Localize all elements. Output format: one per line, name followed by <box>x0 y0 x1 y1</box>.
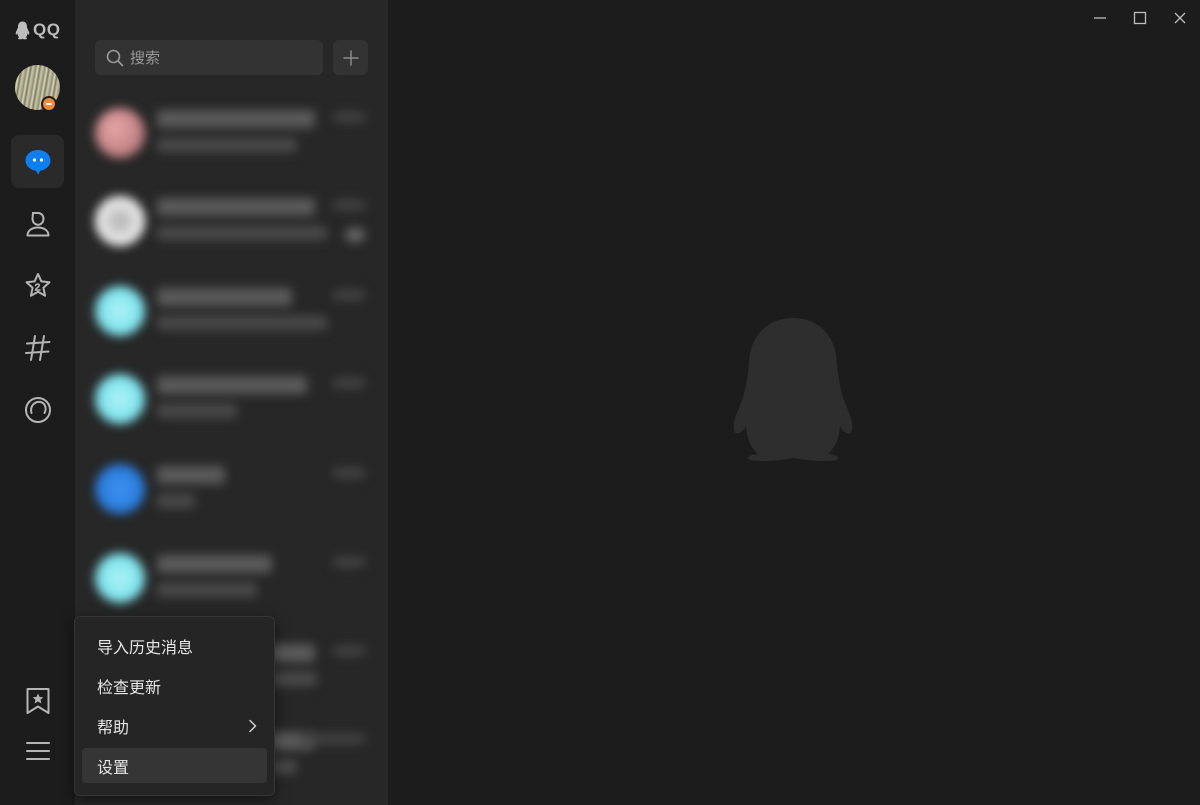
maximize-button[interactable] <box>1129 7 1151 29</box>
search-icon <box>106 49 124 66</box>
bookmark-star-icon <box>26 687 49 714</box>
search-input[interactable]: 搜索 <box>130 47 160 68</box>
circle-icon <box>24 396 51 423</box>
menu-item-settings[interactable]: 设置 <box>82 748 267 783</box>
conversation-item[interactable] <box>75 448 388 536</box>
nav-channels[interactable] <box>11 321 64 374</box>
menu-item-import-history[interactable]: 导入历史消息 <box>82 628 267 663</box>
star-icon <box>25 272 50 297</box>
main-menu-popup: 导入历史消息 检查更新 帮助 设置 <box>74 616 275 796</box>
search-box[interactable]: 搜索 <box>95 40 323 75</box>
minimize-button[interactable] <box>1089 7 1111 29</box>
app-logo-text: QQ <box>33 20 61 39</box>
conversation-time <box>333 290 365 300</box>
conversation-time <box>333 557 365 567</box>
menu-item-help[interactable]: 帮助 <box>82 708 267 743</box>
conversation-title <box>157 198 315 216</box>
conversation-time <box>333 646 365 656</box>
conversation-avatar <box>95 553 145 603</box>
qq-penguin-logo-icon <box>15 21 30 39</box>
conversation-preview <box>157 494 195 508</box>
menu-item-label: 设置 <box>97 757 130 777</box>
conversation-avatar <box>95 286 145 336</box>
close-button[interactable] <box>1169 7 1191 29</box>
minimize-icon <box>1094 17 1106 19</box>
conversation-preview <box>157 226 327 240</box>
close-icon <box>1174 12 1186 24</box>
nav-bookmarks[interactable] <box>11 674 64 727</box>
menu-item-label: 导入历史消息 <box>97 637 194 657</box>
conversation-preview <box>157 138 297 152</box>
conversation-avatar <box>95 196 145 246</box>
chat-bubble-icon <box>25 149 50 174</box>
conversation-item[interactable] <box>75 358 388 446</box>
conversation-item[interactable] <box>75 270 388 358</box>
conversation-title <box>157 555 272 573</box>
menu-item-check-update[interactable]: 检查更新 <box>82 668 267 703</box>
conversation-item[interactable] <box>75 92 388 180</box>
conversation-title <box>157 466 225 484</box>
conversation-time <box>333 468 365 478</box>
unread-badge <box>345 228 365 242</box>
maximize-icon <box>1133 11 1147 25</box>
menu-item-label: 检查更新 <box>97 677 162 697</box>
conversation-time <box>300 734 365 744</box>
nav-main-menu[interactable] <box>11 724 64 777</box>
conversation-time <box>333 378 365 388</box>
conversation-avatar <box>95 374 145 424</box>
conversation-title <box>157 288 292 306</box>
conversation-preview <box>157 316 327 330</box>
main-content-area <box>388 0 1200 805</box>
nav-favorites[interactable] <box>11 259 64 312</box>
menu-icon <box>25 741 50 760</box>
conversation-preview <box>157 583 257 597</box>
status-badge <box>41 96 57 112</box>
plus-icon <box>342 49 359 66</box>
add-button[interactable] <box>333 40 368 75</box>
conversation-item[interactable] <box>75 537 388 625</box>
conversation-time <box>333 112 365 122</box>
nav-circle[interactable] <box>11 383 64 436</box>
nav-contacts[interactable] <box>11 197 64 250</box>
conversation-preview <box>157 404 237 418</box>
menu-item-label: 帮助 <box>97 717 130 737</box>
conversation-title <box>157 376 307 394</box>
chevron-right-icon <box>249 719 257 733</box>
nav-messages[interactable] <box>11 135 64 188</box>
qq-penguin-placeholder <box>732 316 854 466</box>
qq-penguin-icon <box>733 318 853 462</box>
qq-logo: QQ <box>15 20 60 40</box>
conversation-avatar <box>95 464 145 514</box>
conversation-title <box>157 110 315 128</box>
conversation-avatar <box>95 108 145 158</box>
conversation-time <box>333 200 365 210</box>
contacts-icon <box>26 211 49 236</box>
conversation-item[interactable] <box>75 180 388 268</box>
nav-rail: QQ <box>0 0 75 805</box>
hashtag-icon <box>24 334 50 361</box>
